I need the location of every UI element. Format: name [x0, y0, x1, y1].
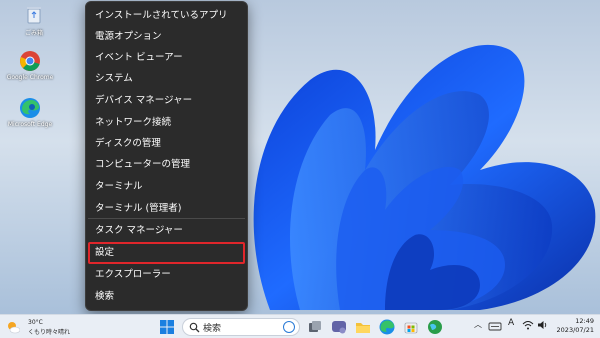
keyboard-icon[interactable] [488, 319, 502, 333]
desktop-icon-label: ごみ箱 [24, 30, 43, 37]
menu-item-computer-management[interactable]: コンピューターの管理 [88, 154, 245, 176]
teams-chat-icon[interactable] [330, 318, 348, 336]
file-explorer-icon[interactable] [354, 318, 372, 336]
menu-item-terminal[interactable]: ターミナル [88, 176, 245, 198]
search-placeholder: 検索 [203, 324, 222, 334]
desktop-icon-label: Google Chrome [6, 74, 54, 81]
desktop-icon-recycle-bin[interactable]: ごみ箱 [4, 4, 64, 37]
menu-separator [88, 218, 245, 219]
edge-taskbar-icon[interactable] [378, 318, 396, 336]
edge-icon [20, 98, 40, 118]
task-view-icon[interactable] [306, 318, 324, 336]
desktop-icon-label: Microsoft Edge [7, 121, 53, 128]
search-icon [189, 322, 200, 333]
taskbar-search-box[interactable]: 検索 [182, 318, 300, 336]
start-windows-icon[interactable] [158, 318, 176, 336]
menu-item-system[interactable]: システム [88, 68, 245, 90]
weather-condition: くもり時々晴れ [28, 329, 71, 336]
menu-item-disk-management[interactable]: ディスクの管理 [88, 133, 245, 155]
bing-icon [283, 321, 295, 333]
volume-icon[interactable] [537, 319, 549, 331]
chevron-up-icon[interactable]: ︿ [474, 319, 482, 330]
globe-app-icon[interactable] [426, 318, 444, 336]
menu-item-task-manager[interactable]: タスク マネージャー [88, 220, 245, 242]
store-icon[interactable] [402, 318, 420, 336]
clock-date: 2023/07/21 [556, 326, 594, 334]
menu-item-power-options[interactable]: 電源オプション [88, 26, 245, 48]
weather-widget[interactable]: 30°C くもり時々晴れ [6, 317, 76, 337]
wifi-icon[interactable] [522, 319, 534, 331]
menu-item-terminal-admin[interactable]: ターミナル (管理者) [88, 198, 245, 220]
desktop-icon-chrome[interactable]: Google Chrome [0, 50, 60, 81]
menu-item-installed-apps[interactable]: インストールされているアプリ [88, 5, 245, 27]
chrome-icon [20, 51, 40, 71]
ime-indicator[interactable]: A [508, 318, 514, 328]
menu-item-file-explorer[interactable]: エクスプローラー [88, 264, 245, 286]
menu-item-search[interactable]: 検索 [88, 286, 245, 308]
partly-cloudy-icon [8, 322, 20, 334]
taskbar: 30°C くもり時々晴れ 検索 ︿ A 12:49 2023/07/21 [0, 314, 600, 338]
desktop-icon-edge[interactable]: Microsoft Edge [0, 97, 60, 128]
clock-time: 12:49 [575, 317, 594, 325]
recycle-bin-icon [27, 7, 41, 24]
menu-item-device-manager[interactable]: デバイス マネージャー [88, 90, 245, 112]
taskbar-clock[interactable]: 12:49 2023/07/21 [557, 317, 594, 335]
weather-temp: 30°C [28, 319, 43, 326]
winx-context-menu: インストールされているアプリ 電源オプション イベント ビューアー システム デ… [85, 1, 248, 311]
menu-item-settings[interactable]: 設定 [88, 242, 245, 264]
menu-item-event-viewer[interactable]: イベント ビューアー [88, 47, 245, 69]
menu-item-network-connections[interactable]: ネットワーク接続 [88, 112, 245, 134]
